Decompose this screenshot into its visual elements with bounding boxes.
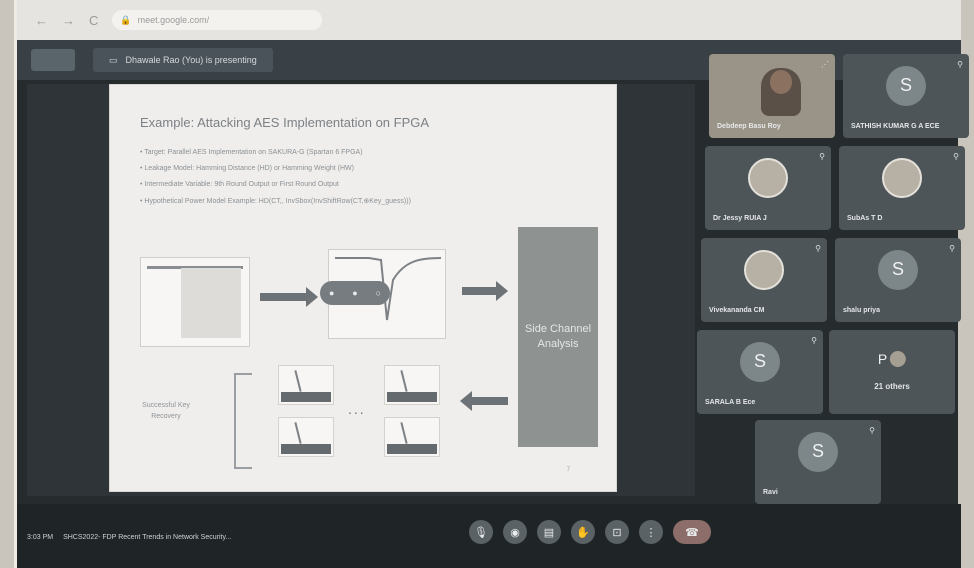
mic-button[interactable]: 🎙	[469, 520, 493, 544]
mic-on-icon: ⋰	[821, 60, 829, 69]
side-channel-analysis-box: Side Channel Analysis	[518, 227, 598, 447]
camera-icon: ◉	[510, 526, 520, 539]
participant-name: SubAs T D	[847, 215, 883, 222]
participant-name: SATHISH KUMAR G A ECE	[851, 123, 940, 130]
meeting-time: 3:03 PM	[27, 534, 54, 541]
trace-thumbnail	[384, 417, 440, 457]
lock-icon: 🔒	[120, 14, 132, 25]
reload-icon[interactable]: C	[89, 13, 98, 28]
present-button[interactable]: ⊡	[605, 520, 629, 544]
participant-video	[761, 68, 801, 116]
camera-button[interactable]: ◉	[503, 520, 527, 544]
avatar: S	[740, 341, 780, 382]
mic-off-icon: ⚲	[815, 244, 821, 253]
presenting-banner: ▭ Dhawale Rao (You) is presenting	[93, 48, 273, 72]
mic-off-icon: ⚲	[811, 336, 817, 345]
participant-tile[interactable]: ⚲ Dr Jessy RUIA J	[705, 146, 831, 230]
call-controls: 🎙 ◉ ▤ ✋ ⊡ ⋮ ☎	[469, 520, 711, 544]
mic-icon: 🎙	[474, 526, 488, 539]
monitor-screen: ← → C 🔒 meet.google.com/ ▭ Dhawale Rao (…	[14, 0, 969, 568]
slide-bullet: Leakage Model: Hamming Distance (HD) or …	[140, 165, 411, 172]
avatar: S	[878, 249, 918, 290]
participant-name: SARALA B Ece	[705, 399, 756, 406]
participant-tile[interactable]: ⋰ Debdeep Basu Roy	[709, 54, 835, 138]
end-call-button[interactable]: ☎	[673, 520, 711, 544]
participant-name: Dr Jessy RUIA J	[713, 215, 767, 222]
ellipsis: ...	[348, 401, 366, 417]
address-bar[interactable]: 🔒 meet.google.com/	[112, 10, 323, 30]
back-icon[interactable]: ←	[35, 13, 48, 28]
more-options-button[interactable]: ⋮	[639, 520, 663, 544]
raise-hand-button[interactable]: ✋	[571, 520, 595, 544]
participant-name: Debdeep Basu Roy	[717, 123, 781, 130]
mic-off-icon: ⚲	[957, 60, 963, 69]
trace-thumbnail	[278, 417, 334, 457]
more-options-icon: ⋮	[645, 526, 657, 539]
others-avatars: P	[877, 350, 907, 367]
meet-logo	[31, 49, 75, 71]
function-icon: ●	[328, 288, 335, 298]
shared-slide: Example: Attacking AES Implementation on…	[109, 84, 617, 492]
avatar	[748, 157, 788, 198]
avatar: S	[798, 431, 838, 472]
trace-region	[181, 268, 241, 338]
avatar	[744, 249, 784, 290]
mic-off-icon: ⚲	[869, 426, 875, 435]
forward-icon[interactable]: →	[62, 13, 75, 28]
trace-thumbnail	[384, 365, 440, 405]
captions-button[interactable]: ▤	[537, 520, 561, 544]
participant-name: Ravi	[763, 489, 778, 496]
slide-page-number: 7	[566, 467, 570, 473]
slide-title: Example: Attacking AES Implementation on…	[140, 115, 430, 130]
meeting-info: 3:03 PM SHCS2022- FDP Recent Trends in N…	[27, 534, 231, 541]
participant-name: Vivekananda CM	[709, 307, 765, 314]
url-text: meet.google.com/	[137, 15, 210, 25]
slide-bullet: Target: Parallel AES Implementation on S…	[140, 149, 411, 156]
screen-share-icon: ▭	[109, 54, 118, 65]
participant-tile[interactable]: S ⚲ SATHISH KUMAR G A ECE	[843, 54, 969, 138]
others-tile[interactable]: P 21 others	[829, 330, 955, 414]
participant-name: shalu priya	[843, 307, 880, 314]
slide-bullet: Hypothetical Power Model Example: HD(CT,…	[140, 197, 411, 205]
bracket	[234, 373, 252, 469]
slide-bullet: Intermediate Variable: 9th Round Output …	[140, 181, 411, 188]
avatar	[890, 350, 907, 367]
trace-thumbnail	[278, 365, 334, 405]
participant-tile[interactable]: S ⚲ shalu priya	[835, 238, 961, 322]
mic-off-icon: ⚲	[949, 244, 955, 253]
meeting-controls-bar: 3:03 PM SHCS2022- FDP Recent Trends in N…	[17, 504, 961, 568]
present-icon: ⊡	[612, 526, 622, 539]
others-count: 21 others	[874, 382, 910, 391]
arrow-left-icon	[460, 391, 508, 411]
hypothesis-function-pill: ● ● ○	[320, 281, 390, 305]
participant-tile[interactable]: S ⚲ Ravi	[755, 420, 881, 504]
function-icon: ○	[375, 288, 382, 298]
mic-off-icon: ⚲	[953, 152, 959, 161]
presenting-text: Dhawale Rao (You) is presenting	[125, 55, 257, 65]
function-icon: ●	[352, 288, 358, 298]
presentation-stage: Example: Attacking AES Implementation on…	[27, 84, 695, 496]
arrow-right-icon	[260, 287, 318, 307]
power-trace-plot	[140, 257, 250, 347]
avatar: P	[877, 350, 888, 367]
meeting-title: SHCS2022- FDP Recent Trends in Network S…	[63, 534, 232, 541]
avatar	[882, 157, 922, 198]
participant-tile[interactable]: ⚲ SubAs T D	[839, 146, 965, 230]
key-recovery-label: Successful Key Recovery	[142, 402, 190, 420]
side-channel-label: Side Channel Analysis	[524, 323, 592, 350]
arrow-right-icon	[462, 281, 508, 301]
avatar: S	[886, 65, 926, 106]
slide-bullets: Target: Parallel AES Implementation on S…	[140, 149, 411, 214]
end-call-icon: ☎	[685, 526, 699, 539]
captions-icon: ▤	[543, 526, 555, 539]
mic-off-icon: ⚲	[819, 152, 825, 161]
browser-toolbar: ← → C 🔒 meet.google.com/	[17, 0, 961, 40]
raise-hand-icon: ✋	[576, 526, 590, 539]
participant-tile[interactable]: ⚲ Vivekananda CM	[701, 238, 827, 322]
participant-tile[interactable]: S ⚲ SARALA B Ece	[697, 330, 823, 414]
